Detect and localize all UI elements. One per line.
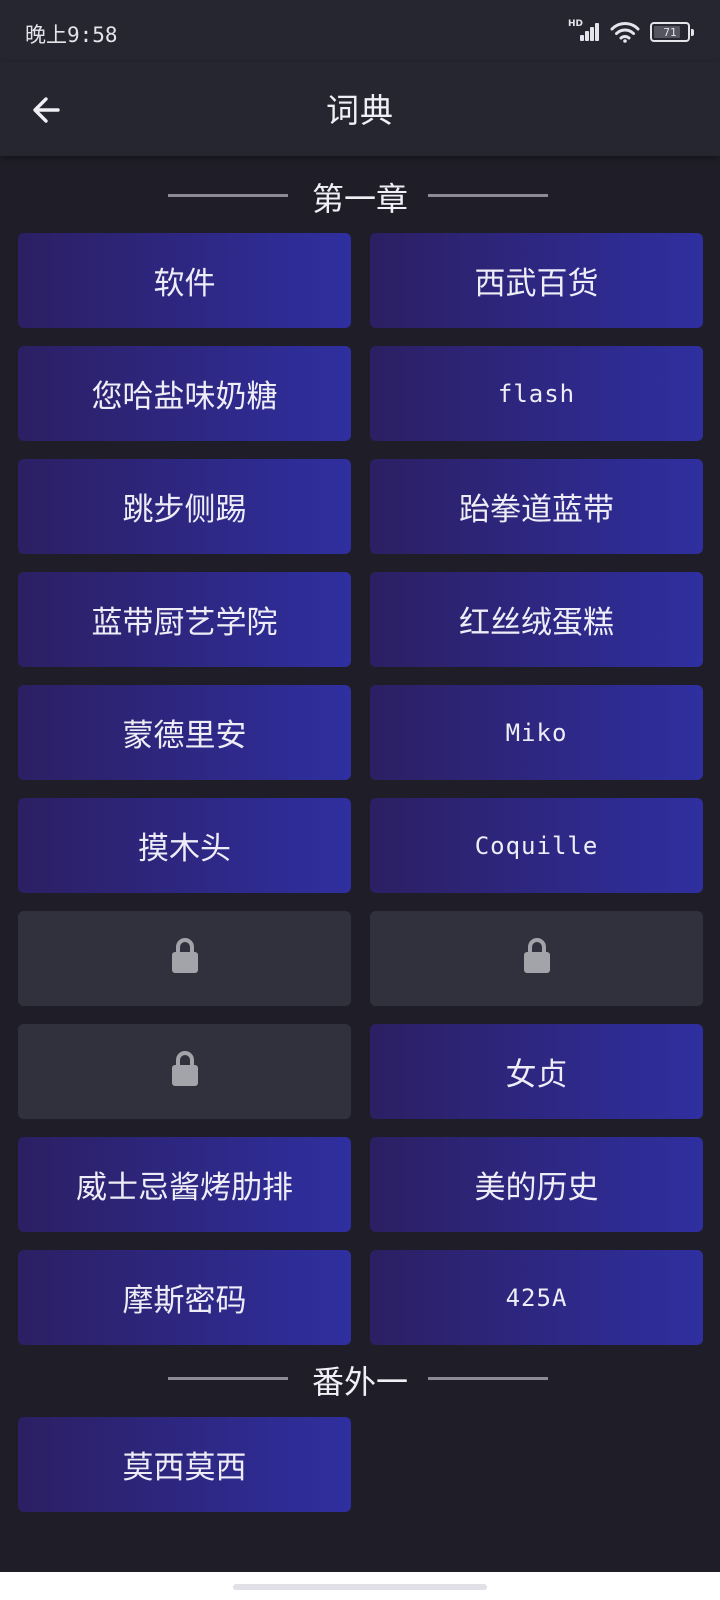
network-type-label: HD <box>568 19 584 29</box>
entry-label: 您哈盐味奶糖 <box>91 379 278 415</box>
entry-label: 美的历史 <box>474 1170 599 1206</box>
lock-icon <box>522 936 552 982</box>
entry-label: 摸木头 <box>138 831 231 867</box>
entry-label: 莫西莫西 <box>122 1450 247 1486</box>
battery-level: 71 <box>663 25 677 39</box>
page-title: 词典 <box>326 91 394 130</box>
wifi-icon <box>610 22 640 43</box>
dictionary-entry-card[interactable]: 您哈盐味奶糖 <box>18 346 351 441</box>
entry-label: 红丝绒蛋糕 <box>459 605 614 641</box>
entry-label: 女贞 <box>505 1057 568 1093</box>
dictionary-entry-card[interactable]: 西武百货 <box>370 233 703 328</box>
dictionary-entry-card[interactable]: 蓝带厨艺学院 <box>18 572 351 667</box>
dictionary-entry-card[interactable]: 女贞 <box>370 1024 703 1119</box>
locked-entry-card[interactable] <box>370 911 703 1006</box>
status-time: 晚上9:58 <box>25 23 118 47</box>
locked-entry-card[interactable] <box>18 911 351 1006</box>
entry-label: 西武百货 <box>474 266 599 302</box>
section-title: 番外一 <box>311 1363 408 1401</box>
home-indicator[interactable] <box>233 1584 487 1590</box>
section-header-extra-1: 番外一 <box>0 1353 720 1403</box>
dictionary-entry-card[interactable]: 软件 <box>18 233 351 328</box>
divider <box>428 1377 548 1380</box>
entry-label: 威士忌酱烤肋排 <box>76 1170 293 1206</box>
dictionary-entry-card[interactable]: 美的历史 <box>370 1137 703 1232</box>
dictionary-entry-card[interactable]: 红丝绒蛋糕 <box>370 572 703 667</box>
dictionary-entry-card[interactable]: 蒙德里安 <box>18 685 351 780</box>
dictionary-entry-card[interactable]: 威士忌酱烤肋排 <box>18 1137 351 1232</box>
status-bar: 晚上9:58 HD 71 <box>0 0 720 62</box>
dictionary-entry-card[interactable]: Miko <box>370 685 703 780</box>
dictionary-entry-card[interactable]: 摩斯密码 <box>18 1250 351 1345</box>
cellular-signal-icon: HD <box>568 19 600 43</box>
section-header-chapter-1: 第一章 <box>0 170 720 220</box>
entry-label: Miko <box>505 718 568 747</box>
dictionary-entry-card[interactable]: Coquille <box>370 798 703 893</box>
entry-label: flash <box>497 379 576 408</box>
battery-icon: 71 <box>650 22 694 42</box>
divider <box>428 194 548 197</box>
entry-label: 摩斯密码 <box>122 1283 247 1319</box>
entry-label: 跆拳道蓝带 <box>459 492 614 528</box>
entry-label: 蓝带厨艺学院 <box>91 605 278 641</box>
dictionary-entry-card[interactable]: 跳步侧踢 <box>18 459 351 554</box>
lock-icon <box>170 936 200 982</box>
app-bar: 词典 <box>0 62 720 156</box>
entry-label: 跳步侧踢 <box>122 492 247 528</box>
dictionary-grid-extra-1: 莫西莫西 <box>18 1417 704 1512</box>
locked-entry-card[interactable] <box>18 1024 351 1119</box>
dictionary-entry-card[interactable]: flash <box>370 346 703 441</box>
dictionary-entry-card[interactable]: 跆拳道蓝带 <box>370 459 703 554</box>
dictionary-grid-chapter-1: 软件 西武百货您哈盐味奶糖 flash 跳步侧踢 跆拳道蓝带蓝带厨艺学院 红丝绒蛋糕蒙德里… <box>18 233 704 1345</box>
status-icons: HD 71 <box>568 19 694 44</box>
entry-label: 425A <box>505 1283 568 1312</box>
dictionary-entry-card[interactable]: 莫西莫西 <box>18 1417 351 1512</box>
dictionary-entry-card[interactable]: 425A <box>370 1250 703 1345</box>
entry-label: 软件 <box>153 266 216 302</box>
dictionary-entry-card[interactable]: 摸木头 <box>18 798 351 893</box>
section-title: 第一章 <box>311 180 408 218</box>
entry-label: 蒙德里安 <box>122 718 247 754</box>
entry-label: Coquille <box>474 831 599 860</box>
lock-icon <box>170 1049 200 1095</box>
